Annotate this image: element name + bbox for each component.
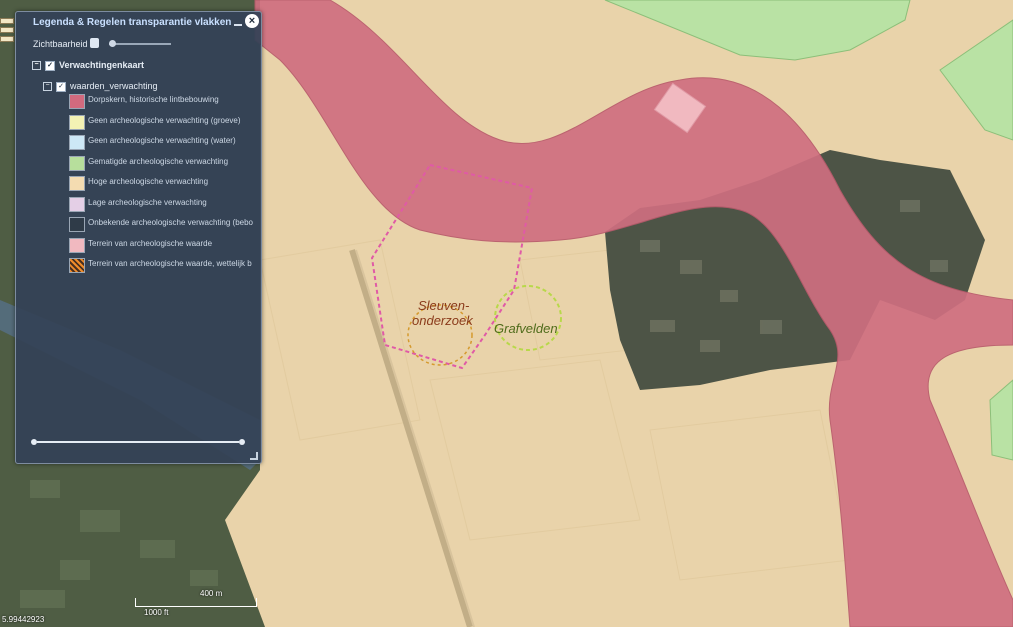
scroll-track[interactable] [37, 441, 239, 443]
tool-bar-icon[interactable] [0, 27, 14, 33]
opacity-slider[interactable] [109, 43, 171, 45]
layer-row-sub: − ✓ waarden_verwachting [43, 81, 158, 92]
scale-label-left: 1000 ft [144, 608, 169, 617]
legend-swatch [69, 237, 85, 253]
label-sleuvenonderzoek: Sleuven- onderzoek [412, 298, 473, 328]
coordinate-readout: 5.99442923 [2, 615, 45, 624]
opacity-label: Zichtbaarheid [33, 39, 88, 49]
scroll-right-arrow[interactable] [239, 439, 245, 445]
close-button[interactable]: × [245, 14, 259, 28]
legend-label: Terrein van archeologische waarde [88, 238, 213, 248]
legend-swatch [69, 196, 85, 212]
tool-bar-icon[interactable] [0, 18, 14, 24]
horizontal-scrollbar[interactable] [31, 439, 245, 445]
minimize-icon[interactable] [234, 20, 242, 26]
label-sleuven-line2: onderzoek [412, 313, 473, 328]
legend-swatch [69, 217, 85, 232]
panel-title: Legenda & Regelen transparantie vlakken [33, 17, 232, 28]
legend-swatch [69, 155, 85, 171]
legend-label: Geen archeologische verwachting (water) [88, 136, 236, 145]
legend-label: Gematigde archeologische verwachting [88, 156, 229, 166]
legend-swatch [69, 258, 85, 273]
legend-label: Terrein van archeologische waarde, wette… [88, 259, 252, 268]
legend-swatch [69, 114, 85, 130]
legend-swatch [69, 176, 85, 191]
legend-item: Terrein van archeologische waarde [69, 237, 259, 253]
scale-label-right: 400 m [200, 589, 223, 598]
label-grafvelden: Grafvelden [494, 321, 558, 336]
legend-label: Onbekende archeologische verwachting (be… [88, 218, 253, 227]
collapse-icon[interactable]: − [32, 61, 41, 71]
legend-item: Terrein van archeologische waarde, wette… [69, 257, 259, 273]
tool-bar-icon[interactable] [0, 36, 14, 42]
legend-item: Gematigde archeologische verwachting [69, 155, 259, 171]
layer-checkbox[interactable]: ✓ [56, 81, 66, 92]
legend-label: Dorpskern, historische lintbebouwing [88, 95, 219, 104]
legend-item: Geen archeologische verwachting (groeve) [69, 114, 259, 130]
legend-label: Lage archeologische verwachting [88, 197, 207, 207]
opacity-icon [90, 38, 99, 48]
legend-item: Onbekende archeologische verwachting (be… [69, 216, 259, 232]
legend-item: Dorpskern, historische lintbebouwing [69, 93, 259, 109]
collapse-icon[interactable]: − [43, 82, 52, 92]
opacity-slider-handle[interactable] [108, 40, 116, 47]
legend-item: Hoge archeologische verwachting [69, 175, 259, 191]
legend-swatch [69, 135, 85, 150]
layer-label-root: Verwachtingenkaart [59, 60, 145, 70]
legend-item: Lage archeologische verwachting [69, 196, 259, 212]
legend-label: Geen archeologische verwachting (groeve) [88, 115, 241, 125]
label-sleuven-line1: Sleuven- [418, 298, 470, 313]
legend-label: Hoge archeologische verwachting [88, 177, 209, 186]
legend-swatch [69, 94, 85, 109]
layer-row-root: − ✓ Verwachtingenkaart [32, 60, 144, 71]
map-side-tools [0, 18, 14, 45]
legend-item: Geen archeologische verwachting (water) [69, 134, 259, 150]
layer-label-sub: waarden_verwachting [70, 81, 158, 91]
legend-panel: Legenda & Regelen transparantie vlakken … [15, 11, 262, 464]
scale-bar [135, 598, 257, 607]
layer-checkbox[interactable]: ✓ [45, 60, 55, 71]
resize-handle[interactable] [250, 452, 258, 460]
